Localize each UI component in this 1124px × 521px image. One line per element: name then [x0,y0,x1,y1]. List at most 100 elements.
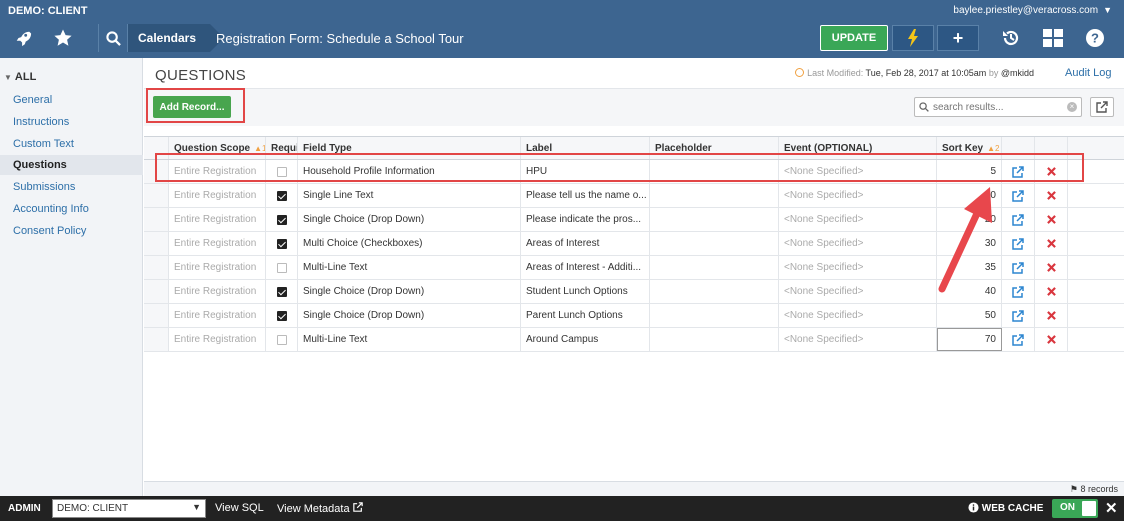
cell-required[interactable] [266,232,298,255]
cell-field-type[interactable]: Single Choice (Drop Down) [298,304,521,327]
cell-sort-key[interactable]: 70 [937,328,1002,351]
cell-scope[interactable]: Entire Registration [169,256,266,279]
cell-event[interactable]: <None Specified> [779,280,937,303]
edit-button[interactable] [1002,280,1035,303]
cell-label[interactable]: Around Campus [521,328,650,351]
cell-label[interactable]: Student Lunch Options [521,280,650,303]
table-row[interactable]: Entire Registration Single Choice (Drop D… [144,304,1124,328]
cell-required[interactable] [266,184,298,207]
row-handle[interactable] [144,208,169,231]
row-handle[interactable] [144,280,169,303]
cell-event[interactable]: <None Specified> [779,256,937,279]
row-handle[interactable] [144,304,169,327]
cell-field-type[interactable]: Multi-Line Text [298,256,521,279]
cell-scope[interactable]: Entire Registration [169,328,266,351]
update-button[interactable]: UPDATE [820,25,888,51]
required-checkbox[interactable] [276,238,287,249]
cell-placeholder[interactable] [650,304,779,327]
required-checkbox[interactable] [276,286,287,297]
search-results-field[interactable]: × [914,97,1082,117]
required-checkbox[interactable] [276,262,287,273]
row-handle[interactable] [144,184,169,207]
row-handle[interactable] [144,256,169,279]
sidebar-item-general[interactable]: General [0,90,143,110]
search-input[interactable] [933,101,1063,113]
sidebar-item-instructions[interactable]: Instructions [0,112,143,132]
edit-button[interactable] [1002,256,1035,279]
cell-field-type[interactable]: Single Choice (Drop Down) [298,208,521,231]
grid-icon[interactable] [1036,24,1070,52]
web-cache-toggle[interactable]: ON [1052,499,1098,518]
add-button[interactable]: + [937,25,979,51]
cell-sort-key[interactable]: 50 [937,304,1002,327]
history-icon[interactable] [994,24,1028,52]
delete-button[interactable] [1035,304,1068,327]
edit-button[interactable] [1002,208,1035,231]
delete-button[interactable] [1035,208,1068,231]
help-icon[interactable]: ? [1078,24,1112,52]
user-menu[interactable]: baylee.priestley@veracross.com ▼ [953,5,1112,16]
cell-label[interactable]: Parent Lunch Options [521,304,650,327]
cell-scope[interactable]: Entire Registration [169,280,266,303]
audit-log-link[interactable]: Audit Log [1065,67,1111,79]
edit-button[interactable] [1002,328,1035,351]
cell-placeholder[interactable] [650,328,779,351]
table-row[interactable]: Entire Registration Multi-Line Text Around… [144,328,1124,352]
cell-placeholder[interactable] [650,232,779,255]
row-handle[interactable] [144,328,169,351]
client-select[interactable]: DEMO: CLIENT ▼ [52,499,206,518]
sidebar-item-submissions[interactable]: Submissions [0,177,143,197]
view-sql-link[interactable]: View SQL [215,502,264,514]
cell-field-type[interactable]: Single Choice (Drop Down) [298,280,521,303]
required-checkbox[interactable] [276,334,287,345]
edit-button[interactable] [1002,304,1035,327]
cell-event[interactable]: <None Specified> [779,304,937,327]
delete-button[interactable] [1035,328,1068,351]
breadcrumb-calendars[interactable]: Calendars [128,24,225,52]
rocket-icon[interactable] [6,24,40,52]
delete-button[interactable] [1035,232,1068,255]
required-checkbox[interactable] [276,310,287,321]
clear-icon[interactable]: × [1067,102,1077,112]
cell-required[interactable] [266,328,298,351]
cell-required[interactable] [266,208,298,231]
cell-event[interactable]: <None Specified> [779,328,937,351]
cell-placeholder[interactable] [650,208,779,231]
sidebar-item-accounting-info[interactable]: Accounting Info [0,199,143,219]
cell-required[interactable] [266,256,298,279]
delete-button[interactable] [1035,280,1068,303]
popout-button[interactable] [1090,97,1114,117]
sidebar-item-custom-text[interactable]: Custom Text [0,134,143,154]
cell-scope[interactable]: Entire Registration [169,232,266,255]
cell-event[interactable]: <None Specified> [779,232,937,255]
cell-scope[interactable]: Entire Registration [169,304,266,327]
search-button[interactable] [98,24,128,52]
cell-label[interactable]: Areas of Interest [521,232,650,255]
cell-scope[interactable]: Entire Registration [169,208,266,231]
cell-event[interactable]: <None Specified> [779,184,937,207]
cell-field-type[interactable]: Multi-Line Text [298,328,521,351]
lightning-button[interactable] [892,25,934,51]
cell-required[interactable] [266,280,298,303]
cell-placeholder[interactable] [650,184,779,207]
cell-required[interactable] [266,304,298,327]
cell-placeholder[interactable] [650,256,779,279]
cell-field-type[interactable]: Multi Choice (Checkboxes) [298,232,521,255]
edit-button[interactable] [1002,184,1035,207]
cell-label[interactable]: Areas of Interest - Additi... [521,256,650,279]
required-checkbox[interactable] [276,190,287,201]
sidebar-all[interactable]: ▼ ALL [4,71,36,83]
delete-button[interactable] [1035,256,1068,279]
cell-label[interactable]: Please indicate the pros... [521,208,650,231]
star-icon[interactable] [46,24,80,52]
sidebar-item-consent-policy[interactable]: Consent Policy [0,221,143,241]
cell-event[interactable]: <None Specified> [779,208,937,231]
view-metadata-link[interactable]: View Metadata [277,502,363,515]
cell-label[interactable]: Please tell us the name o... [521,184,650,207]
required-checkbox[interactable] [276,214,287,225]
close-icon[interactable]: ✕ [1105,499,1118,517]
row-handle[interactable] [144,232,169,255]
cell-field-type[interactable]: Single Line Text [298,184,521,207]
delete-button[interactable] [1035,184,1068,207]
cell-placeholder[interactable] [650,280,779,303]
